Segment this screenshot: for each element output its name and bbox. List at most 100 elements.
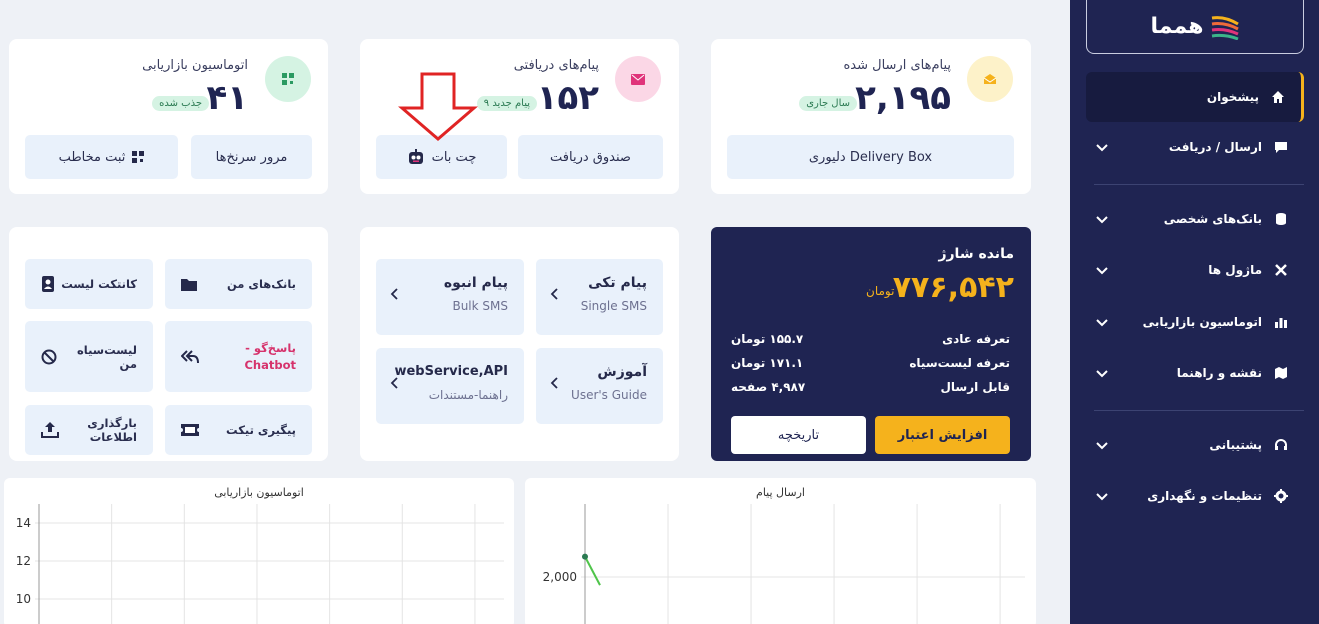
- bulk-sms-title: پیام انبوه: [443, 275, 508, 291]
- upload-icon: [41, 422, 59, 438]
- logo-text: همما: [1150, 14, 1204, 39]
- sidebar-divider: [1094, 184, 1304, 185]
- balance-title: مانده شارژ: [938, 246, 1014, 262]
- tariff-blacklist-value: ۱۷۱.۱ تومان: [731, 356, 804, 370]
- sendable-label: قابل ارسال: [940, 380, 1011, 394]
- webservice-title: webService,API: [394, 364, 508, 379]
- increase-credit-button[interactable]: افزایش اعتبار: [875, 416, 1010, 454]
- my-blacklist-tile[interactable]: لیست‌سیاه من: [25, 321, 153, 392]
- chevron-down-icon: [1096, 267, 1108, 275]
- bulk-sms-link[interactable]: پیام انبوه Bulk SMS: [376, 259, 524, 335]
- series-point: [582, 553, 588, 560]
- chatbot-responder-label: پاسخ‌گو - Chatbot: [244, 340, 296, 372]
- sidebar-item-label: پیشخوان: [1206, 90, 1259, 104]
- chevron-down-icon: [1096, 319, 1108, 327]
- message-icon: [1272, 138, 1290, 156]
- reply-all-icon: [181, 349, 199, 364]
- delivery-box-button[interactable]: دلیوری Delivery Box: [727, 135, 1014, 179]
- contact-book-icon: [41, 276, 55, 292]
- single-sms-sub: Single SMS: [580, 299, 647, 313]
- balance-amount: ۷۷۶,۵۴۲: [892, 270, 1014, 305]
- contact-list-label: کانتکت لیست: [61, 277, 137, 291]
- logo-stripes-icon: [1211, 15, 1239, 40]
- chevron-left-icon: [390, 288, 398, 300]
- browse-leads-label: مرور سرنخ‌ها: [215, 149, 288, 165]
- contact-list-tile[interactable]: کانتکت لیست: [25, 259, 153, 309]
- sidebar-item-support[interactable]: پشتیبانی: [1086, 420, 1304, 470]
- logo[interactable]: همما: [1086, 0, 1304, 54]
- marketing-card-value: ۴۱: [206, 78, 248, 118]
- sidebar-item-dashboard[interactable]: پیشخوان: [1086, 72, 1304, 122]
- marketing-card-badge: جذب شده: [152, 96, 209, 111]
- sidebar-item-label: نقشه و راهنما: [1176, 366, 1262, 380]
- sendable-value: ۴,۹۸۷ صفحه: [731, 380, 806, 394]
- browse-leads-button[interactable]: مرور سرنخ‌ها: [191, 135, 312, 179]
- chevron-down-icon: [1096, 370, 1108, 378]
- marketing-chart: اتوماسیون بازاریابی 14 12 10: [4, 478, 514, 624]
- series-line: [584, 556, 601, 586]
- sent-card-value: ۲,۱۹۵: [855, 78, 951, 118]
- sidebar-item-label: بانک‌های شخصی: [1163, 212, 1262, 226]
- sent-card-title: پیام‌های ارسال شده: [843, 58, 951, 73]
- sidebar-item-marketing[interactable]: اتوماسیون بازاریابی: [1086, 297, 1304, 347]
- chevron-left-icon: [390, 377, 398, 389]
- sidebar-item-label: ارسال / دریافت: [1168, 140, 1262, 154]
- send-message-chart-plot: 2,000: [543, 504, 1025, 624]
- received-card-title: پیام‌های دریافتی: [513, 58, 599, 73]
- sidebar-item-settings[interactable]: تنظیمات و نگهداری: [1086, 471, 1304, 521]
- sidebar-item-send-receive[interactable]: ارسال / دریافت: [1086, 122, 1304, 172]
- webservice-api-link[interactable]: webService,API راهنما-مستندات: [376, 348, 524, 424]
- balance-currency: تومان: [866, 284, 895, 298]
- y-tick-label: 12: [16, 554, 31, 568]
- ticket-tracking-tile[interactable]: پیگیری تیکت: [165, 405, 312, 455]
- register-contact-button[interactable]: ثبت مخاطب: [25, 135, 178, 179]
- register-contact-label: ثبت مخاطب: [58, 149, 126, 165]
- chatbot-responder-tile[interactable]: پاسخ‌گو - Chatbot: [165, 321, 312, 392]
- tariff-normal-label: تعرفه عادی: [942, 332, 1010, 346]
- database-icon: [1272, 210, 1290, 228]
- chevron-left-icon: [550, 377, 558, 389]
- send-message-chart: ارسال پیام 2,000: [525, 478, 1036, 624]
- webservice-sub: راهنما-مستندات: [428, 388, 508, 402]
- chevron-down-icon: [1096, 493, 1108, 501]
- chevron-down-icon: [1096, 216, 1108, 224]
- qr-icon: [282, 73, 294, 85]
- single-sms-title: پیام تکی: [588, 275, 647, 291]
- robot-icon: [407, 148, 425, 166]
- data-upload-tile[interactable]: بارگذاری اطلاعات: [25, 405, 153, 455]
- tariff-blacklist-label: تعرفه لیست‌سیاه: [909, 356, 1010, 370]
- received-card-value: ۱۵۲: [536, 78, 599, 118]
- sidebar-divider: [1094, 410, 1304, 411]
- ban-icon: [41, 349, 57, 365]
- inbox-label: صندوق دریافت: [550, 149, 631, 165]
- sidebar-item-label: تنظیمات و نگهداری: [1147, 489, 1262, 503]
- qr-icon: [132, 151, 145, 163]
- inbox-button[interactable]: صندوق دریافت: [518, 135, 663, 179]
- chatbot-label: چت بات: [431, 149, 477, 165]
- marketing-icon-circle: [265, 56, 311, 102]
- delivery-box-label: دلیوری Delivery Box: [808, 149, 933, 165]
- sidebar-item-map-guide[interactable]: نقشه و راهنما: [1086, 348, 1304, 398]
- user-guide-sub: User's Guide: [571, 388, 647, 402]
- sidebar-item-banks[interactable]: بانک‌های شخصی: [1086, 194, 1304, 244]
- history-button[interactable]: تاریخچه: [731, 416, 866, 454]
- home-icon: [1269, 88, 1287, 106]
- tools-icon: [1272, 261, 1290, 279]
- marketing-chart-plot: 14 12 10: [16, 504, 504, 624]
- single-sms-link[interactable]: پیام تکی Single SMS: [536, 259, 663, 335]
- user-guide-link[interactable]: آموزش User's Guide: [536, 348, 663, 424]
- bar-chart-icon: [1272, 313, 1290, 331]
- bulk-sms-sub: Bulk SMS: [452, 299, 508, 313]
- my-banks-tile[interactable]: بانک‌های من: [165, 259, 312, 309]
- tariff-normal-value: ۱۵۵.۷ تومان: [731, 332, 804, 346]
- sidebar-item-label: ماژول ها: [1208, 263, 1262, 277]
- sidebar-item-label: اتوماسیون بازاریابی: [1142, 315, 1262, 329]
- sidebar-item-modules[interactable]: ماژول ها: [1086, 245, 1304, 295]
- ticket-icon: [181, 424, 199, 436]
- map-icon: [1272, 364, 1290, 382]
- folder-icon: [181, 278, 197, 291]
- chevron-down-icon: [1096, 144, 1108, 152]
- chevron-left-icon: [550, 288, 558, 300]
- sent-card-badge: سال جاری: [799, 96, 857, 111]
- received-icon-circle: [615, 56, 661, 102]
